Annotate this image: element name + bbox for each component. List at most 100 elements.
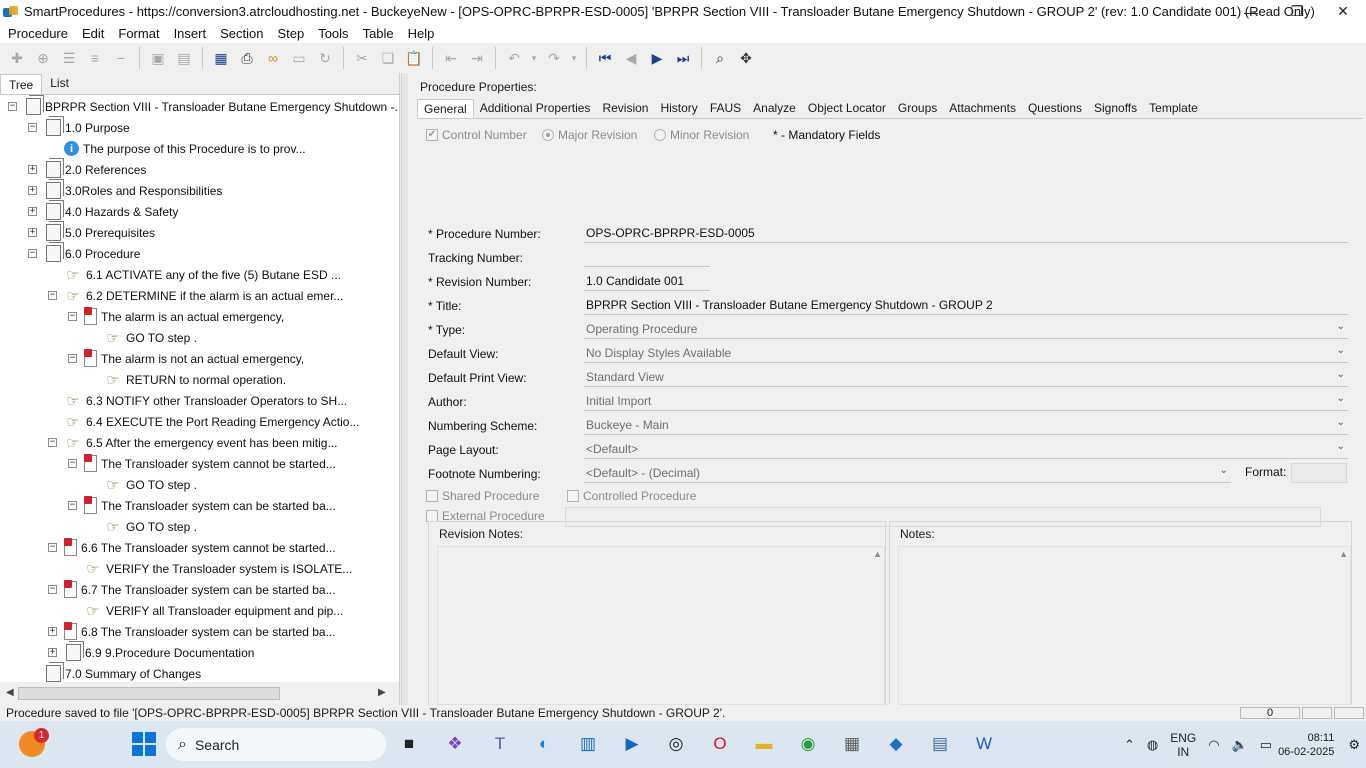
tab-groups[interactable]: Groups bbox=[892, 99, 943, 118]
tree-node[interactable]: ☞ 6.4 EXECUTE the Port Reading Emergency … bbox=[48, 411, 359, 432]
tab-analyze[interactable]: Analyze bbox=[747, 99, 802, 118]
copy-icon[interactable]: ❏ bbox=[377, 47, 399, 69]
field-select[interactable]: <Default> ⌄ bbox=[584, 439, 1348, 459]
chevron-up-icon[interactable]: ⌃ bbox=[1124, 737, 1135, 753]
move-icon[interactable]: ✥ bbox=[735, 47, 757, 69]
field-select[interactable]: No Display Styles Available ⌄ bbox=[584, 343, 1348, 363]
app-icon[interactable]: ▦ bbox=[838, 730, 866, 758]
scroll-up-icon[interactable]: ▲ bbox=[873, 549, 882, 559]
expand-icon[interactable]: + bbox=[48, 648, 57, 657]
outdent-icon[interactable]: ⇤ bbox=[440, 47, 462, 69]
tree-node[interactable]: − The alarm is not an actual emergency, bbox=[68, 348, 304, 369]
link-icon[interactable]: ∞ bbox=[262, 47, 284, 69]
chevron-down-icon[interactable]: ⌄ bbox=[1337, 345, 1345, 356]
tree-node[interactable]: ☞ VERIFY the Transloader system is ISOLAT… bbox=[68, 558, 352, 579]
smartprocedures-icon[interactable]: ◆ bbox=[882, 730, 910, 758]
tree-node[interactable]: +6.8 The Transloader system can be start… bbox=[48, 621, 336, 642]
store-icon[interactable]: ▥ bbox=[574, 730, 602, 758]
collapse-icon[interactable]: − bbox=[28, 123, 37, 132]
copilot-icon[interactable]: ❖ bbox=[441, 730, 469, 758]
collapse-icon[interactable]: − bbox=[68, 501, 77, 510]
file-explorer-icon[interactable]: ▬ bbox=[750, 730, 778, 758]
control-number-checkbox[interactable]: ✔ Control Number bbox=[426, 128, 527, 142]
menu-help[interactable]: Help bbox=[400, 26, 441, 41]
previous-record-icon[interactable]: ◀ bbox=[620, 47, 642, 69]
notifications-icon[interactable]: ⚙ bbox=[1348, 737, 1360, 753]
shared-procedure-checkbox[interactable]: Shared Procedure bbox=[426, 489, 539, 503]
expand-icon[interactable]: + bbox=[28, 186, 37, 195]
app-icon[interactable]: ▶ bbox=[618, 730, 646, 758]
opera-icon[interactable]: O bbox=[706, 730, 734, 758]
taskbar-search[interactable]: ⌕ Search bbox=[166, 728, 386, 761]
tree-node[interactable]: − BPRPR Section VIII - Transloader Butane… bbox=[8, 96, 399, 117]
chevron-down-icon[interactable]: ⌄ bbox=[1337, 393, 1345, 404]
tree-node[interactable]: − The Transloader system can be started b… bbox=[68, 495, 336, 516]
start-button[interactable] bbox=[130, 730, 158, 758]
tree-node[interactable]: − 6.0 Procedure bbox=[28, 243, 140, 264]
wifi-icon[interactable]: ◠ bbox=[1208, 737, 1219, 753]
collapse-icon[interactable]: − bbox=[68, 312, 77, 321]
chevron-down-icon[interactable]: ⌄ bbox=[1337, 321, 1345, 332]
notification-app-icon[interactable]: 1 bbox=[18, 728, 49, 758]
menu-section[interactable]: Section bbox=[212, 26, 269, 41]
tab-tree[interactable]: Tree bbox=[0, 74, 43, 94]
tab-attachments[interactable]: Attachments bbox=[943, 99, 1022, 118]
field-select[interactable]: <Default> - (Decimal) ⌄ bbox=[584, 463, 1231, 483]
menu-procedure[interactable]: Procedure bbox=[0, 26, 74, 41]
tree-node[interactable]: − The Transloader system cannot be starte… bbox=[68, 453, 336, 474]
tab-faus[interactable]: FAUS bbox=[704, 99, 747, 118]
tree-node[interactable]: − 1.0 Purpose bbox=[28, 117, 130, 138]
task-view-icon[interactable]: ■ bbox=[395, 730, 423, 758]
tab-general[interactable]: General bbox=[417, 99, 474, 118]
tab-signoffs[interactable]: Signoffs bbox=[1088, 99, 1143, 118]
tree-node[interactable]: ☞ GO TO step . bbox=[88, 327, 197, 348]
expand-icon[interactable]: + bbox=[28, 207, 37, 216]
revision-notes-textarea[interactable]: ▲ bbox=[437, 546, 885, 705]
teams-icon[interactable]: T bbox=[486, 730, 514, 758]
tree-node[interactable]: − The alarm is an actual emergency, bbox=[68, 306, 284, 327]
undo-dropdown-icon[interactable]: ▾ bbox=[529, 47, 539, 69]
field-select[interactable]: Standard View ⌄ bbox=[584, 367, 1348, 387]
field-input[interactable]: 1.0 Candidate 001 bbox=[584, 271, 710, 291]
field-input[interactable]: OPS-OPRC-BPRPR-ESD-0005 bbox=[584, 223, 1348, 243]
language-indicator[interactable]: ENG IN bbox=[1170, 731, 1196, 759]
field-select[interactable]: Buckeye - Main ⌄ bbox=[584, 415, 1348, 435]
menu-step[interactable]: Step bbox=[269, 26, 310, 41]
tree-node[interactable]: ☞ RETURN to normal operation. bbox=[88, 369, 286, 390]
remove-icon[interactable]: − bbox=[110, 47, 132, 69]
tree-node[interactable]: 7.0 Summary of Changes bbox=[28, 663, 201, 682]
collapse-icon[interactable]: − bbox=[48, 543, 57, 552]
collapse-icon[interactable]: − bbox=[68, 354, 77, 363]
add-substep-icon[interactable]: ⊕ bbox=[32, 47, 54, 69]
restore-button[interactable]: ❐ bbox=[1274, 0, 1320, 23]
minor-revision-radio[interactable]: Minor Revision bbox=[654, 128, 749, 142]
volume-icon[interactable]: 🔈 bbox=[1232, 737, 1248, 753]
tree-node[interactable]: − 6.7 The Transloader system can be start… bbox=[48, 579, 336, 600]
edge-icon[interactable]: ◐ bbox=[530, 730, 558, 758]
tab-revision[interactable]: Revision bbox=[596, 99, 654, 118]
find-icon[interactable]: ⌕ bbox=[709, 47, 731, 69]
next-record-icon[interactable]: ▶ bbox=[646, 47, 668, 69]
word-icon[interactable]: W bbox=[970, 730, 998, 758]
field-select[interactable]: Operating Procedure ⌄ bbox=[584, 319, 1348, 339]
controlled-procedure-checkbox[interactable]: Controlled Procedure bbox=[567, 489, 696, 503]
redo-dropdown-icon[interactable]: ▾ bbox=[569, 47, 579, 69]
dell-icon[interactable]: ◎ bbox=[662, 730, 690, 758]
field-select[interactable]: Initial Import ⌄ bbox=[584, 391, 1348, 411]
last-record-icon[interactable]: ⏭ bbox=[672, 47, 694, 69]
expand-icon[interactable]: + bbox=[48, 627, 57, 636]
tab-additional-properties[interactable]: Additional Properties bbox=[474, 99, 597, 118]
tree-node[interactable]: i The purpose of this Procedure is to pro… bbox=[48, 138, 306, 159]
menu-edit[interactable]: Edit bbox=[74, 26, 110, 41]
menu-tools[interactable]: Tools bbox=[310, 26, 354, 41]
list-alt-icon[interactable]: ≡ bbox=[84, 47, 106, 69]
collapse-icon[interactable]: − bbox=[48, 291, 57, 300]
publish-icon[interactable]: ▦ bbox=[210, 47, 232, 69]
close-button[interactable]: ✕ bbox=[1320, 0, 1366, 23]
tab-template[interactable]: Template bbox=[1143, 99, 1204, 118]
add-step-icon[interactable]: ✚ bbox=[6, 47, 28, 69]
chevron-down-icon[interactable]: ⌄ bbox=[1337, 369, 1345, 380]
tab-object-locator[interactable]: Object Locator bbox=[802, 99, 892, 118]
collapse-icon[interactable]: − bbox=[48, 438, 57, 447]
field-input[interactable] bbox=[584, 247, 710, 267]
